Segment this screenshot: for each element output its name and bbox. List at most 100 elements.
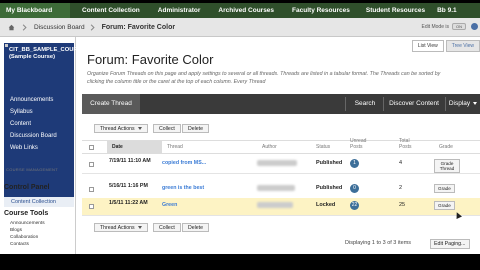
sidebar-item-web-links[interactable]: Web Links <box>10 145 38 151</box>
grade-button[interactable]: Grade <box>434 184 455 193</box>
course-tools-heading[interactable]: Course Tools <box>4 210 48 217</box>
course-tool-item[interactable]: Blogs <box>10 228 22 233</box>
create-thread-button[interactable]: Create Thread <box>82 94 140 114</box>
main-content: List View Tree View Forum: Favorite Colo… <box>77 37 480 270</box>
tab-my-blackboard[interactable]: My Blackboard <box>0 3 70 18</box>
row-status: Published <box>316 160 343 166</box>
delete-button[interactable]: Delete <box>182 124 209 133</box>
edit-paging-button[interactable]: Edit Paging... <box>430 239 470 249</box>
chevron-down-icon <box>473 101 478 105</box>
breadcrumb-current: Forum: Favorite Color <box>101 23 176 31</box>
column-unread[interactable]: Unread Posts <box>350 138 375 150</box>
tab-tree-view[interactable]: Tree View <box>445 40 480 52</box>
row-checkbox[interactable] <box>89 162 94 167</box>
unread-badge[interactable]: 1 <box>350 159 359 168</box>
column-total[interactable]: Total Posts <box>399 138 419 150</box>
table-row[interactable]: 5/16/11 1:16 PM green is the best Publis… <box>82 181 480 199</box>
sidebar-item-discussion-board[interactable]: Discussion Board <box>10 133 57 139</box>
view-tabs: List View Tree View <box>411 40 480 52</box>
thread-actions-label: Thread Actions <box>100 225 135 231</box>
breadcrumb-discussion-board[interactable]: Discussion Board <box>34 24 85 31</box>
collect-button-bottom[interactable]: Collect <box>153 223 181 232</box>
sidebar-item-content-collection[interactable]: Content Collection <box>4 197 74 207</box>
course-title-block[interactable]: CIT_BB_SAMPLE_COURSE_PERM (Sample Course… <box>4 43 106 93</box>
display-menu-button[interactable]: Display <box>446 94 480 114</box>
top-tab-bar: My Blackboard Content Collection Adminis… <box>0 3 480 18</box>
tab-student-resources[interactable]: Student Resources <box>360 3 431 18</box>
chevron-down-icon <box>137 127 142 131</box>
column-status[interactable]: Status <box>316 144 330 150</box>
column-author[interactable]: Author <box>262 144 277 150</box>
breadcrumb-separator-icon <box>90 23 95 31</box>
screen: My Blackboard Content Collection Adminis… <box>0 0 480 270</box>
row-author-redacted <box>257 160 297 166</box>
edit-mode-toggle[interactable]: Edit Mode is ON <box>421 23 466 30</box>
control-panel-heading[interactable]: Control Panel <box>4 184 50 191</box>
row-checkbox[interactable] <box>89 204 94 209</box>
grade-thread-button[interactable]: Grade Thread <box>434 159 460 173</box>
pagination-info: Displaying 1 to 3 of 3 items <box>345 240 412 246</box>
row-status: Published <box>316 185 343 191</box>
course-menu: Announcements Syllabus Content Discussio… <box>4 93 74 197</box>
page-title: Forum: Favorite Color <box>87 52 214 67</box>
tab-faculty-resources[interactable]: Faculty Resources <box>286 3 356 18</box>
row-author-redacted <box>257 185 295 191</box>
page-description: Organize Forum Threads on this page and … <box>87 71 441 85</box>
grade-button[interactable]: Grade <box>434 201 455 210</box>
column-date[interactable]: Date <box>107 141 162 154</box>
column-thread[interactable]: Thread <box>167 144 183 150</box>
lock-icon <box>5 44 8 47</box>
unread-badge[interactable]: 22 <box>350 201 359 210</box>
row-total: 2 <box>399 185 403 191</box>
edit-mode-switch[interactable]: ON <box>452 23 466 30</box>
sidebar-item-announcements[interactable]: Announcements <box>10 97 53 103</box>
display-label: Display <box>448 100 471 107</box>
thread-actions-button[interactable]: Thread Actions <box>94 124 148 133</box>
tab-content-collection[interactable]: Content Collection <box>76 3 146 18</box>
select-all-checkbox[interactable] <box>89 145 94 150</box>
sidebar-item-content[interactable]: Content <box>10 121 31 127</box>
column-grade[interactable]: Grade <box>439 144 453 150</box>
course-tool-item[interactable]: Contacts <box>10 242 29 247</box>
home-icon[interactable] <box>8 24 15 31</box>
course-tool-item[interactable]: Collaboration <box>10 235 38 240</box>
course-tool-item[interactable]: Announcements <box>10 221 45 226</box>
breadcrumb: Discussion Board Forum: Favorite Color E… <box>0 18 480 37</box>
row-date: 5/16/11 1:16 PM <box>109 183 148 189</box>
tab-list-view[interactable]: List View <box>411 40 444 52</box>
column-date-label: Date <box>112 144 123 150</box>
delete-button-bottom[interactable]: Delete <box>182 223 209 232</box>
help-icon[interactable] <box>471 23 478 30</box>
row-checkbox[interactable] <box>89 187 94 192</box>
action-bar: Create Thread Search Discover Content Di… <box>82 94 480 114</box>
table-row[interactable]: 7/19/11 11:10 AM copied from MS... Publi… <box>82 156 480 174</box>
row-thread-link[interactable]: green is the best <box>162 185 204 191</box>
sidebar-item-syllabus[interactable]: Syllabus <box>10 109 33 115</box>
tab-archived-courses[interactable]: Archived Courses <box>212 3 280 18</box>
row-total: 4 <box>399 160 403 166</box>
row-date: 7/19/11 11:10 AM <box>109 158 151 164</box>
chevron-down-icon <box>137 226 142 230</box>
table-row[interactable]: 1/5/11 11:22 AM Green Locked 22 25 Grade <box>82 198 480 216</box>
collect-button[interactable]: Collect <box>153 124 181 133</box>
row-thread-link[interactable]: copied from MS... <box>162 160 206 166</box>
divider <box>345 97 346 111</box>
search-button[interactable]: Search <box>348 94 382 114</box>
course-management-label: COURSE MANAGEMENT <box>6 167 58 172</box>
row-author-redacted <box>257 202 293 208</box>
row-thread-link[interactable]: Green <box>162 202 177 208</box>
table-header: Date Thread Author Status Unread Posts T… <box>82 138 480 154</box>
tab-bb-version[interactable]: Bb 9.1 <box>431 3 463 18</box>
breadcrumb-separator-icon <box>22 23 27 31</box>
course-sidebar: CIT_BB_SAMPLE_COURSE_PERM (Sample Course… <box>0 37 106 270</box>
edit-mode-label: Edit Mode is <box>421 23 449 30</box>
unread-badge[interactable]: 0 <box>350 184 359 193</box>
thread-actions-label: Thread Actions <box>100 126 135 132</box>
discover-content-button[interactable]: Discover Content <box>384 94 444 114</box>
thread-actions-button-bottom[interactable]: Thread Actions <box>94 223 148 232</box>
row-status: Locked <box>316 202 336 208</box>
tab-administrator[interactable]: Administrator <box>152 3 207 18</box>
course-title: CIT_BB_SAMPLE_COURSE_PERM (Sample Course… <box>9 47 106 60</box>
letterbox-bottom <box>0 254 480 270</box>
row-total: 25 <box>399 202 406 208</box>
